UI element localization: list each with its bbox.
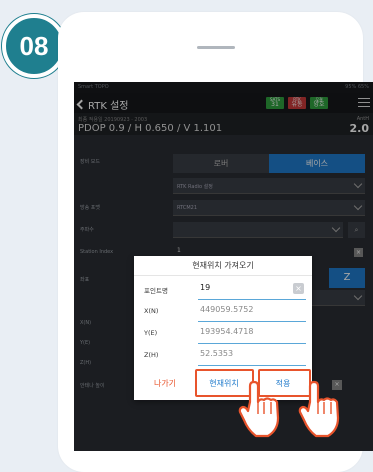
y-field-value[interactable]: 193954.4718 [200, 327, 253, 336]
tap-hand-icon [238, 380, 280, 438]
y-field-label: Y(E) [144, 329, 158, 337]
z-row: Z(H) 52.5353 [134, 344, 312, 366]
exit-button[interactable]: 나가기 [138, 371, 192, 396]
step-number: 08 [19, 31, 49, 61]
phone-speaker [197, 46, 235, 49]
point-name-row: 포인트명 19 × [134, 278, 312, 300]
dialog-title: 현재위치 가져오기 [134, 256, 312, 276]
y-row: Y(E) 193954.4718 [134, 322, 312, 344]
z-field-label: Z(H) [144, 351, 159, 359]
point-name-label: 포인트명 [144, 287, 168, 295]
x-row: X(N) 449059.5752 [134, 300, 312, 322]
x-field-value[interactable]: 449059.5752 [200, 305, 253, 314]
tap-hand-icon [298, 380, 340, 438]
x-field-label: X(N) [144, 307, 159, 315]
point-name-input[interactable]: 19 [200, 283, 210, 292]
step-number-badge: 08 [2, 14, 66, 78]
z-field-value[interactable]: 52.5353 [200, 349, 233, 358]
clear-icon[interactable]: × [293, 283, 304, 294]
